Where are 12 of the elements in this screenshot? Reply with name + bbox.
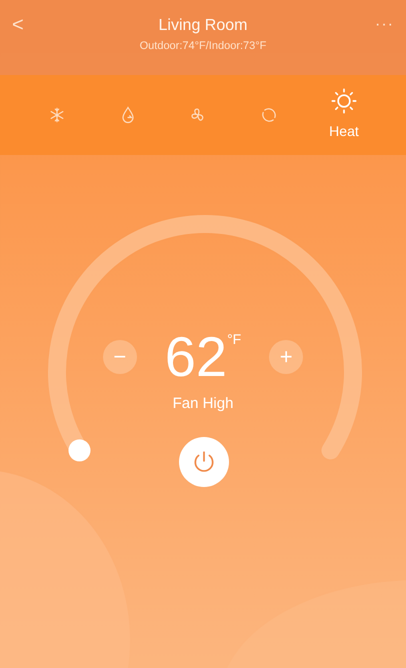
temperature-subtitle: Outdoor:74°F/Indoor:73°F — [138, 40, 268, 52]
fan-speed-label: Fan High — [172, 395, 234, 412]
back-button[interactable]: < — [12, 14, 42, 37]
room-title: Living Room — [158, 17, 248, 35]
increase-button[interactable]: + — [269, 340, 304, 374]
heat-mode-button[interactable]: Heat — [329, 87, 359, 139]
slider-thumb[interactable] — [68, 439, 90, 462]
temperature-value: 62 — [164, 327, 228, 387]
sun-icon — [330, 87, 358, 115]
temperature-unit: °F — [227, 331, 242, 347]
more-button[interactable]: ··· — [364, 16, 394, 34]
decrease-button[interactable]: − — [102, 340, 137, 374]
